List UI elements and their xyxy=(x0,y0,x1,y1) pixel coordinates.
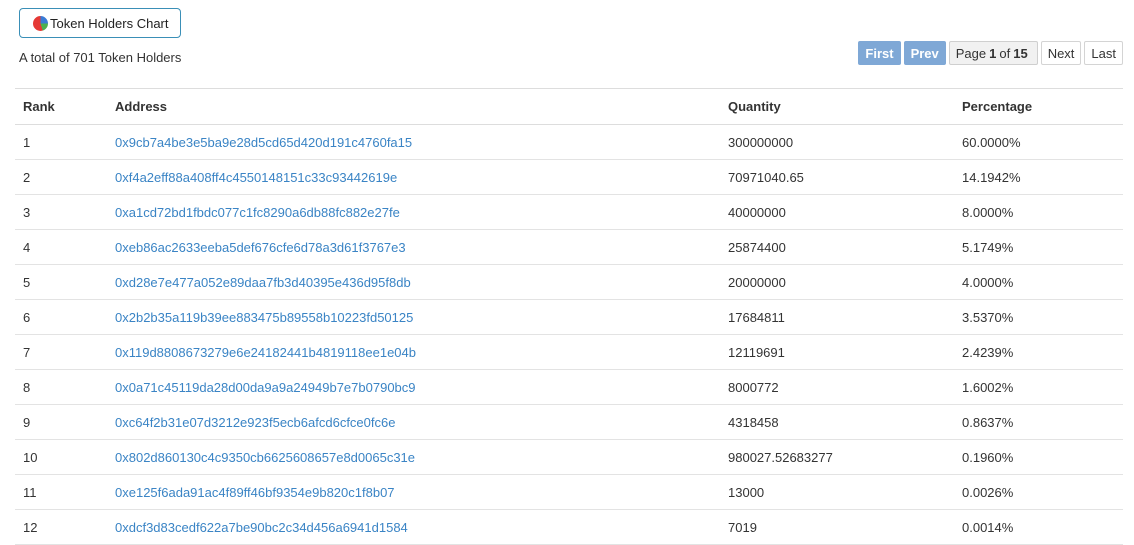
table-row: 11 0xe125f6ada91ac4f89ff46bf9354e9b820c1… xyxy=(15,474,1123,510)
rank-cell: 7 xyxy=(15,334,107,370)
address-cell: 0xdcf3d83cedf622a7be90bc2c34d456a6941d15… xyxy=(107,509,720,545)
quantity-cell: 300000000 xyxy=(720,124,954,160)
address-cell: 0xd28e7e477a052e89daa7fb3d40395e436d95f8… xyxy=(107,264,720,300)
token-holders-chart-label: Token Holders Chart xyxy=(50,15,169,31)
header-address: Address xyxy=(107,88,720,125)
address-link[interactable]: 0x119d8808673279e6e24182441b4819118ee1e0… xyxy=(115,345,416,360)
quantity-cell: 4318458 xyxy=(720,404,954,440)
percentage-cell: 4.0000% xyxy=(954,264,1123,300)
address-cell: 0xf4a2eff88a408ff4c4550148151c33c9344261… xyxy=(107,159,720,195)
address-cell: 0xa1cd72bd1fbdc077c1fc8290a6db88fc882e27… xyxy=(107,194,720,230)
table-header-row: Rank Address Quantity Percentage xyxy=(15,88,1123,125)
table-row: 2 0xf4a2eff88a408ff4c4550148151c33c93442… xyxy=(15,159,1123,195)
percentage-cell: 3.5370% xyxy=(954,299,1123,335)
next-page-button[interactable]: Next xyxy=(1040,41,1082,65)
address-link[interactable]: 0xd28e7e477a052e89daa7fb3d40395e436d95f8… xyxy=(115,275,411,290)
first-page-button[interactable]: First xyxy=(858,41,901,65)
token-holders-chart-button[interactable]: Token Holders Chart xyxy=(19,8,181,38)
percentage-cell: 60.0000% xyxy=(954,124,1123,160)
rank-cell: 10 xyxy=(15,439,107,475)
rank-cell: 8 xyxy=(15,369,107,405)
table-row: 9 0xc64f2b31e07d3212e923f5ecb6afcd6cfce0… xyxy=(15,404,1123,440)
table-row: 1 0x9cb7a4be3e5ba9e28d5cd65d420d191c4760… xyxy=(15,124,1123,160)
percentage-cell: 2.4239% xyxy=(954,334,1123,370)
quantity-cell: 980027.52683277 xyxy=(720,439,954,475)
percentage-cell: 14.1942% xyxy=(954,159,1123,195)
page-of-label: of xyxy=(999,45,1011,61)
header-percentage: Percentage xyxy=(954,88,1123,125)
table-row: 10 0x802d860130c4c9350cb6625608657e8d006… xyxy=(15,439,1123,475)
percentage-cell: 0.0026% xyxy=(954,474,1123,510)
address-cell: 0x2b2b35a119b39ee883475b89558b10223fd501… xyxy=(107,299,720,335)
address-link[interactable]: 0xe125f6ada91ac4f89ff46bf9354e9b820c1f8b… xyxy=(115,485,395,500)
table-row: 7 0x119d8808673279e6e24182441b4819118ee1… xyxy=(15,334,1123,370)
total-pages: 15 xyxy=(1013,45,1028,61)
quantity-cell: 25874400 xyxy=(720,229,954,265)
address-link[interactable]: 0x802d860130c4c9350cb6625608657e8d0065c3… xyxy=(115,450,415,465)
percentage-cell: 1.6002% xyxy=(954,369,1123,405)
quantity-cell: 7019 xyxy=(720,509,954,545)
pagination: First Prev Page 1 of 15 Next Last xyxy=(858,41,1123,65)
rank-cell: 5 xyxy=(15,264,107,300)
address-link[interactable]: 0x0a71c45119da28d00da9a9a24949b7e7b0790b… xyxy=(115,380,416,395)
quantity-cell: 13000 xyxy=(720,474,954,510)
last-page-button[interactable]: Last xyxy=(1084,41,1123,65)
quantity-cell: 12119691 xyxy=(720,334,954,370)
address-cell: 0x9cb7a4be3e5ba9e28d5cd65d420d191c4760fa… xyxy=(107,124,720,160)
rank-cell: 2 xyxy=(15,159,107,195)
address-cell: 0x0a71c45119da28d00da9a9a24949b7e7b0790b… xyxy=(107,369,720,405)
header-rank: Rank xyxy=(15,88,107,125)
address-cell: 0xc64f2b31e07d3212e923f5ecb6afcd6cfce0fc… xyxy=(107,404,720,440)
rank-cell: 12 xyxy=(15,509,107,545)
percentage-cell: 0.8637% xyxy=(954,404,1123,440)
address-link[interactable]: 0xa1cd72bd1fbdc077c1fc8290a6db88fc882e27… xyxy=(115,205,400,220)
quantity-cell: 40000000 xyxy=(720,194,954,230)
address-link[interactable]: 0xc64f2b31e07d3212e923f5ecb6afcd6cfce0fc… xyxy=(115,415,395,430)
rank-cell: 4 xyxy=(15,229,107,265)
address-cell: 0x802d860130c4c9350cb6625608657e8d0065c3… xyxy=(107,439,720,475)
rank-cell: 1 xyxy=(15,124,107,160)
address-link[interactable]: 0xf4a2eff88a408ff4c4550148151c33c9344261… xyxy=(115,170,397,185)
quantity-cell: 8000772 xyxy=(720,369,954,405)
page-indicator: Page 1 of 15 xyxy=(948,41,1038,65)
quantity-cell: 70971040.65 xyxy=(720,159,954,195)
token-holders-table: Rank Address Quantity Percentage 1 0x9cb… xyxy=(15,88,1123,545)
prev-page-button[interactable]: Prev xyxy=(903,41,946,65)
percentage-cell: 0.0014% xyxy=(954,509,1123,545)
table-row: 8 0x0a71c45119da28d00da9a9a24949b7e7b079… xyxy=(15,369,1123,405)
rank-cell: 11 xyxy=(15,474,107,510)
address-link[interactable]: 0x9cb7a4be3e5ba9e28d5cd65d420d191c4760fa… xyxy=(115,135,412,150)
total-holders-text: A total of 701 Token Holders xyxy=(19,50,182,65)
header-quantity: Quantity xyxy=(720,88,954,125)
quantity-cell: 20000000 xyxy=(720,264,954,300)
rank-cell: 6 xyxy=(15,299,107,335)
address-link[interactable]: 0xeb86ac2633eeba5def676cfe6d78a3d61f3767… xyxy=(115,240,406,255)
address-cell: 0xeb86ac2633eeba5def676cfe6d78a3d61f3767… xyxy=(107,229,720,265)
table-row: 5 0xd28e7e477a052e89daa7fb3d40395e436d95… xyxy=(15,264,1123,300)
table-row: 4 0xeb86ac2633eeba5def676cfe6d78a3d61f37… xyxy=(15,229,1123,265)
rank-cell: 9 xyxy=(15,404,107,440)
percentage-cell: 8.0000% xyxy=(954,194,1123,230)
quantity-cell: 17684811 xyxy=(720,299,954,335)
table-row: 6 0x2b2b35a119b39ee883475b89558b10223fd5… xyxy=(15,299,1123,335)
address-cell: 0x119d8808673279e6e24182441b4819118ee1e0… xyxy=(107,334,720,370)
address-cell: 0xe125f6ada91ac4f89ff46bf9354e9b820c1f8b… xyxy=(107,474,720,510)
table-row: 12 0xdcf3d83cedf622a7be90bc2c34d456a6941… xyxy=(15,509,1123,545)
percentage-cell: 5.1749% xyxy=(954,229,1123,265)
address-link[interactable]: 0x2b2b35a119b39ee883475b89558b10223fd501… xyxy=(115,310,413,325)
address-link[interactable]: 0xdcf3d83cedf622a7be90bc2c34d456a6941d15… xyxy=(115,520,408,535)
table-row: 3 0xa1cd72bd1fbdc077c1fc8290a6db88fc882e… xyxy=(15,194,1123,230)
percentage-cell: 0.1960% xyxy=(954,439,1123,475)
rank-cell: 3 xyxy=(15,194,107,230)
current-page: 1 xyxy=(989,45,997,61)
pie-chart-icon xyxy=(33,15,48,31)
page-prefix: Page xyxy=(955,45,987,61)
